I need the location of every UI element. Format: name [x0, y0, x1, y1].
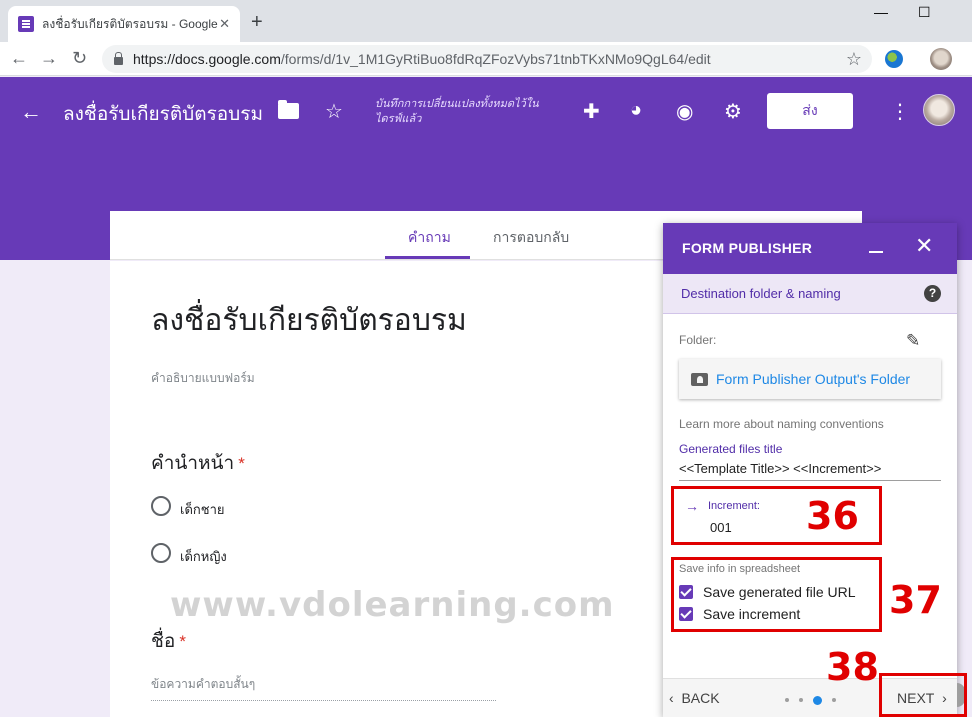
extension-globe-icon[interactable]: [885, 50, 903, 68]
browser-tabbar: ลงชื่อรับเกียรติบัตรอบรม - Google ฟอร์ม …: [0, 0, 972, 42]
short-answer-field: ข้อความคำตอบสั้นๆ: [151, 675, 496, 701]
panel-header: FORM PUBLISHER ✕: [663, 223, 957, 274]
browser-toolbar: ← → ↻ https://docs.google.com/forms/d/1v…: [0, 42, 972, 76]
watermark: www.vdolearning.com: [170, 585, 615, 625]
tab-title: ลงชื่อรับเกียรติบัตรอบรม - Google ฟอร์ม: [42, 16, 219, 31]
panel-title: FORM PUBLISHER: [682, 240, 813, 256]
browser-tab[interactable]: ลงชื่อรับเกียรติบัตรอบรม - Google ฟอร์ม …: [8, 6, 240, 42]
step-dot: [799, 698, 803, 702]
radio-option-boy[interactable]: [151, 496, 171, 516]
tab-close-icon[interactable]: ✕: [219, 16, 230, 32]
output-folder-button[interactable]: Form Publisher Output's Folder: [679, 359, 941, 399]
step-dot: [785, 698, 789, 702]
active-tab-indicator: [385, 256, 470, 259]
back-arrow-icon[interactable]: ←: [10, 48, 28, 69]
required-asterisk: *: [179, 632, 186, 651]
back-button[interactable]: ‹ BACK: [669, 690, 720, 706]
step-dot-active: [813, 696, 822, 705]
radio-option-girl[interactable]: [151, 543, 171, 563]
addons-puzzle-icon[interactable]: ✚: [583, 99, 600, 124]
star-icon[interactable]: ☆: [325, 99, 343, 124]
shared-folder-icon: [691, 372, 708, 386]
tab-questions[interactable]: คำถาม: [408, 227, 451, 249]
more-options-icon[interactable]: ⋮: [890, 99, 910, 124]
naming-conventions-link[interactable]: Learn more about naming conventions: [679, 417, 884, 431]
required-asterisk: *: [238, 454, 245, 473]
send-button[interactable]: ส่ง: [767, 93, 853, 129]
annotation-number-36: 36: [806, 494, 859, 538]
palette-icon[interactable]: ◕: [630, 99, 642, 122]
form-name[interactable]: ลงชื่อรับเกียรติบัตรอบรม: [63, 99, 263, 129]
preview-eye-icon[interactable]: ◉: [676, 99, 693, 124]
account-avatar[interactable]: [923, 94, 955, 126]
tab-responses[interactable]: การตอบกลับ: [493, 227, 569, 249]
bookmark-star-icon[interactable]: ☆: [846, 49, 862, 70]
generated-title-label: Generated files title: [679, 442, 783, 456]
folder-label: Folder:: [679, 333, 717, 347]
close-icon[interactable]: ✕: [915, 233, 933, 259]
form-publisher-panel: FORM PUBLISHER ✕ Destination folder & na…: [663, 223, 957, 717]
generated-title-input[interactable]: <<Template Title>> <<Increment>>: [679, 461, 941, 481]
new-tab-button[interactable]: +: [251, 11, 263, 34]
annotation-number-37: 37: [889, 578, 942, 622]
saved-status: บันทึกการเปลี่ยนแปลงทั้งหมดไว้ในไดรฟ์แล้…: [375, 98, 539, 125]
question-title-prefix[interactable]: คำนำหน้า *: [151, 448, 245, 478]
annotation-box-next: [879, 673, 967, 717]
settings-gear-icon[interactable]: ⚙: [724, 99, 742, 124]
step-header: Destination folder & naming ?: [663, 274, 957, 314]
question-title-name[interactable]: ชื่อ *: [151, 626, 186, 656]
step-dot: [832, 698, 836, 702]
google-forms-icon: [18, 16, 34, 32]
annotation-number-38: 38: [826, 645, 879, 689]
url-text: https://docs.google.com/forms/d/1v_1M1Gy…: [133, 51, 711, 67]
reload-icon[interactable]: ↻: [72, 48, 87, 69]
profile-avatar[interactable]: [930, 48, 952, 70]
form-title[interactable]: ลงชื่อรับเกียรติบัตรอบรม: [151, 297, 467, 344]
folder-icon[interactable]: [278, 100, 299, 119]
minimize-icon[interactable]: [869, 251, 883, 253]
step-title: Destination folder & naming: [681, 286, 841, 301]
form-description[interactable]: คำอธิบายแบบฟอร์ม: [151, 369, 255, 388]
window-minimize-button[interactable]: —: [874, 4, 888, 20]
output-folder-label: Form Publisher Output's Folder: [716, 371, 911, 387]
option-label-girl: เด็กหญิง: [180, 549, 227, 564]
lock-icon: [114, 52, 123, 65]
option-label-boy: เด็กชาย: [180, 502, 225, 517]
form-card: ลงชื่อรับเกียรติบัตรอบรม คำอธิบายแบบฟอร์…: [110, 261, 670, 717]
edit-pencil-icon[interactable]: ✎: [906, 331, 920, 351]
help-icon[interactable]: ?: [924, 285, 941, 302]
forward-arrow-icon[interactable]: →: [40, 48, 58, 69]
address-bar[interactable]: https://docs.google.com/forms/d/1v_1M1Gy…: [102, 45, 872, 73]
back-arrow-icon[interactable]: ←: [20, 99, 42, 125]
window-maximize-button[interactable]: ☐: [918, 4, 931, 21]
annotation-box-save-info: [671, 557, 882, 632]
